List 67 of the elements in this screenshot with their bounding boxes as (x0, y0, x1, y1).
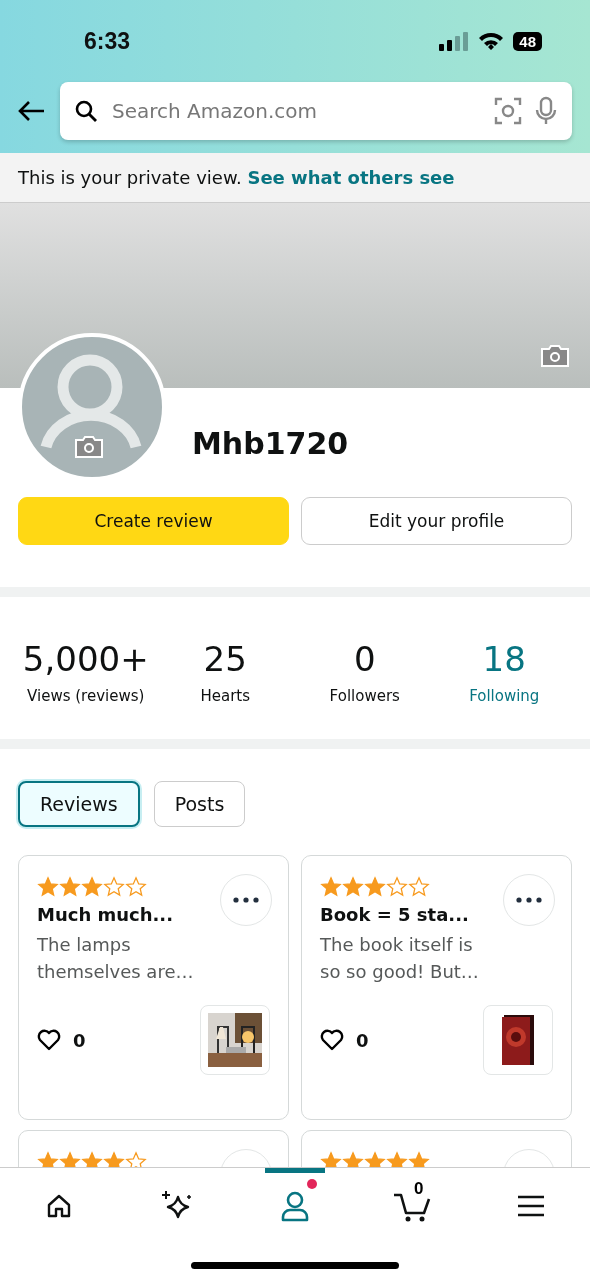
stat-value: 5,000+ (22, 639, 149, 679)
wifi-icon (477, 31, 506, 51)
star-icon (37, 876, 59, 898)
star-icon (125, 876, 147, 898)
more-options-button[interactable] (220, 874, 272, 926)
star-icon (125, 1151, 147, 1167)
profile-icon (280, 1189, 310, 1222)
stat-value: 25 (203, 639, 247, 679)
star-icon (408, 876, 430, 898)
star-icon (386, 876, 408, 898)
star-icon (59, 876, 81, 898)
product-thumbnail[interactable] (200, 1005, 270, 1075)
review-title: Much much... (37, 904, 175, 925)
heart-icon[interactable] (320, 1029, 344, 1051)
search-field[interactable]: Search Amazon.com (110, 98, 482, 124)
star-icon (320, 1151, 342, 1167)
camera-scan-icon[interactable] (494, 97, 522, 125)
star-icon (103, 876, 125, 898)
star-icon (364, 876, 386, 898)
star-icon (364, 1151, 386, 1167)
status-time: 6:33 (84, 27, 131, 55)
product-thumbnail[interactable] (483, 1005, 553, 1075)
heart-icon[interactable] (37, 1029, 61, 1051)
ellipsis-icon (233, 897, 259, 903)
star-icon (386, 1151, 408, 1167)
star-icon (81, 876, 103, 898)
star-icon (342, 876, 364, 898)
star-icon (342, 1151, 364, 1167)
profile-name: Mhb1720 (192, 426, 349, 463)
tab[interactable]: Reviews (18, 781, 140, 827)
see-what-others-see-link[interactable]: See what others see (247, 167, 455, 188)
review-title: Book = 5 sta... (320, 904, 470, 925)
menu-icon (517, 1194, 545, 1217)
review-card[interactable]: Book = 5 sta... The book itself is so so good! But… 0 (301, 855, 572, 1120)
star-icon (408, 1151, 430, 1167)
camera-icon[interactable] (540, 344, 570, 368)
tab[interactable]: Posts (153, 781, 246, 827)
search-icon (74, 99, 98, 123)
review-snippet: The lamps themselves are… (37, 933, 195, 984)
stat-label: Followers (329, 687, 400, 705)
stat-label[interactable]: Following (469, 687, 540, 705)
search-bar[interactable]: Search Amazon.com (60, 82, 572, 140)
private-view-notice: This is your private view. See what others see (0, 153, 590, 203)
ellipsis-icon (516, 897, 542, 903)
more-options-button[interactable] (503, 874, 555, 926)
star-icon (37, 1151, 59, 1167)
star-icon (103, 1151, 125, 1167)
star-icon (320, 876, 342, 898)
create-review-button[interactable]: Create review (18, 497, 289, 545)
signal-icon (439, 31, 470, 51)
star-icon (59, 1151, 81, 1167)
star-icon (81, 1151, 103, 1167)
review-snippet: The book itself is so so good! But… (320, 933, 480, 984)
nav-tab[interactable]: 0 (383, 1168, 443, 1238)
microphone-icon[interactable] (534, 96, 558, 126)
stat-value: 0 (353, 639, 376, 679)
review-card[interactable]: Much much... The lamps themselves are… 0 (18, 855, 289, 1120)
edit-profile-button[interactable]: Edit your profile (301, 497, 572, 545)
battery-level: 48 (513, 31, 542, 51)
stat-label: Hearts (200, 687, 251, 705)
heart-count: 0 (356, 1029, 369, 1051)
stat-label: Views (reviews) (27, 687, 145, 705)
back-arrow-icon[interactable] (18, 100, 46, 122)
heart-count: 0 (73, 1029, 86, 1051)
camera-icon[interactable] (74, 435, 104, 459)
stat-value[interactable]: 18 (482, 639, 526, 679)
cart-count: 0 (414, 1179, 424, 1199)
